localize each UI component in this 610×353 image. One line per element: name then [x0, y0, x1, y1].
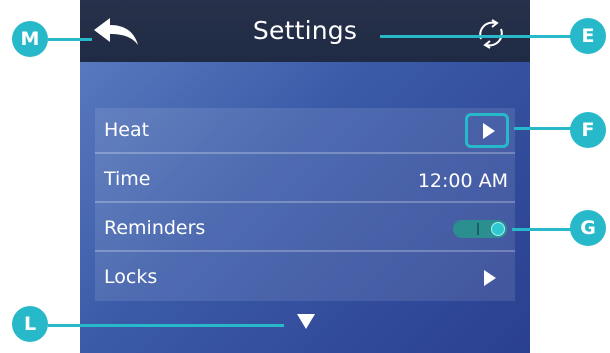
page-title: Settings	[252, 16, 358, 45]
callout-badge-l: L	[12, 306, 48, 342]
heat-next-button[interactable]	[465, 113, 509, 148]
time-value: 12:00 AM	[417, 170, 508, 192]
play-right-icon	[483, 123, 495, 139]
menu-item-reminders[interactable]: Reminders	[95, 206, 515, 252]
menu-item-locks[interactable]: Locks	[95, 255, 515, 301]
menu-item-label: Locks	[104, 266, 158, 288]
reminders-toggle[interactable]	[453, 220, 507, 238]
menu-item-label: Time	[104, 168, 151, 190]
callout-badge-g: G	[570, 210, 606, 246]
refresh-button[interactable]	[474, 17, 508, 51]
settings-list: Heat Time 12:00 AM Reminders Locks	[95, 108, 515, 301]
scroll-down-icon[interactable]	[297, 314, 315, 329]
callout-badge-f: F	[570, 112, 606, 148]
device-screen: Settings Heat Time 12:00 AM Reminders Lo…	[80, 0, 530, 353]
callout-line-m	[48, 38, 92, 41]
callout-badge-e: E	[570, 18, 606, 54]
toggle-track-divider	[477, 223, 479, 235]
callout-line-l	[48, 324, 284, 327]
menu-item-heat[interactable]: Heat	[95, 108, 515, 154]
play-right-icon[interactable]	[484, 270, 496, 286]
callout-line-e	[380, 35, 572, 38]
menu-item-label: Heat	[104, 119, 150, 141]
refresh-icon	[479, 19, 503, 49]
callout-line-f	[514, 127, 574, 130]
menu-item-label: Reminders	[104, 217, 206, 239]
menu-item-time[interactable]: Time 12:00 AM	[95, 157, 515, 203]
header-bar: Settings	[80, 0, 530, 62]
toggle-knob	[491, 222, 505, 236]
callout-badge-m: M	[12, 21, 48, 57]
callout-line-g	[512, 228, 572, 231]
